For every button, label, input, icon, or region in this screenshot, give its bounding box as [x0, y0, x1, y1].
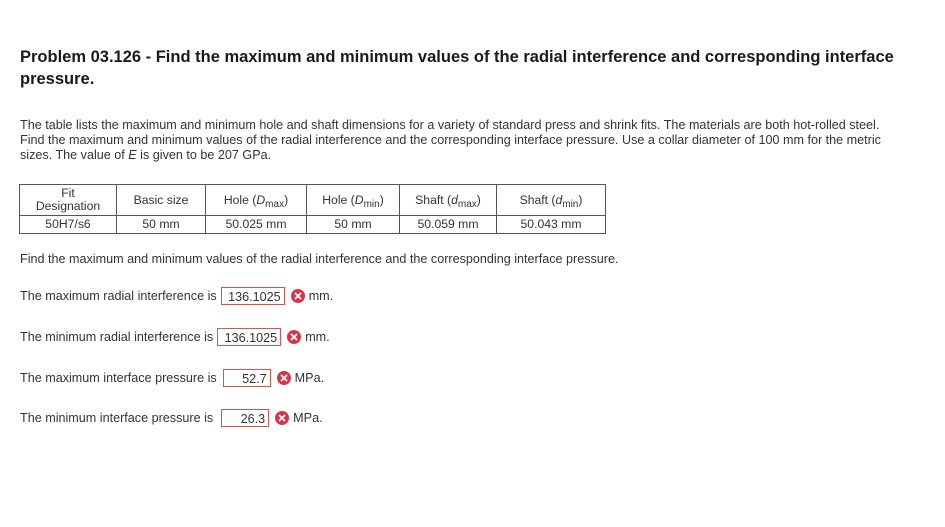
header-hole-min: Hole (Dmin)	[306, 184, 400, 216]
answer-input-min-pressure[interactable]: 26.3	[221, 409, 270, 427]
header-hole-max-prefix: Hole (	[223, 193, 257, 207]
answer-row-min-pressure: The minimum interface pressure is 26.3 M…	[20, 409, 323, 427]
header-shaft-max-var: d	[451, 193, 458, 207]
answer-label-max-interference: The maximum radial interference is	[20, 289, 217, 303]
incorrect-x-icon	[290, 289, 305, 303]
cell-shaft-max: 50.059 mm	[399, 215, 497, 234]
cell-hole-max: 50.025 mm	[205, 215, 307, 234]
problem-title: Problem 03.126 - Find the maximum and mi…	[20, 48, 894, 88]
answer-input-min-interference[interactable]: 136.1025	[217, 328, 282, 346]
header-hole-max: Hole (Dmax)	[205, 184, 307, 216]
header-shaft-min-sub: min	[562, 199, 579, 210]
header-hole-max-var: D	[256, 193, 266, 207]
header-shaft-max: Shaft (dmax)	[399, 184, 497, 216]
answer-label-min-interference: The minimum radial interference is	[20, 330, 214, 344]
incorrect-x-icon	[275, 411, 290, 425]
answer-unit-min-interference: mm.	[305, 330, 330, 344]
table-header-row: Fit Designation Basic size Hole (Dmax) H…	[19, 184, 606, 216]
table-row: 50H7/s6 50 mm 50.025 mm 50 mm 50.059 mm …	[19, 215, 606, 234]
cell-basic-size: 50 mm	[116, 215, 206, 234]
header-shaft-max-prefix: Shaft (	[415, 193, 452, 207]
header-hole-max-suffix: )	[284, 193, 289, 207]
answer-unit-max-pressure: MPa.	[294, 371, 325, 385]
description-text-2: is given to be 207 GPa.	[136, 148, 272, 162]
fits-table: Fit Designation Basic size Hole (Dmax) H…	[19, 184, 606, 234]
answer-row-max-interference: The maximum radial interference is 136.1…	[20, 287, 333, 305]
header-shaft-min-suffix: )	[578, 193, 583, 207]
header-shaft-max-sub: max	[457, 199, 477, 210]
cell-hole-min: 50 mm	[306, 215, 400, 234]
answer-unit-min-pressure: MPa.	[293, 411, 323, 425]
answer-input-max-pressure[interactable]: 52.7	[222, 369, 271, 387]
header-fit-line2: Designation	[35, 199, 101, 213]
answer-unit-max-interference: mm.	[308, 289, 334, 303]
answer-label-min-pressure: The minimum interface pressure is	[20, 411, 214, 425]
answer-row-min-interference: The minimum radial interference is 136.1…	[20, 328, 330, 346]
header-shaft-min: Shaft (dmin)	[496, 184, 606, 216]
header-fit-designation: Fit Designation	[19, 184, 117, 216]
header-shaft-max-suffix: )	[476, 193, 481, 207]
header-hole-min-suffix: )	[379, 193, 384, 207]
header-basic-size: Basic size	[116, 184, 206, 216]
description-variable-e: E	[128, 148, 137, 162]
incorrect-x-icon	[276, 371, 291, 385]
answer-label-max-pressure: The maximum interface pressure is	[20, 371, 217, 385]
header-hole-min-var: D	[354, 193, 364, 207]
answer-row-max-pressure: The maximum interface pressure is 52.7 M…	[20, 369, 324, 387]
problem-description: The table lists the maximum and minimum …	[20, 118, 900, 163]
header-hole-min-sub: min	[363, 199, 380, 210]
incorrect-x-icon	[287, 330, 302, 344]
header-hole-max-sub: max	[265, 199, 285, 210]
question-prompt: Find the maximum and minimum values of t…	[20, 252, 619, 266]
header-shaft-min-prefix: Shaft (	[519, 193, 556, 207]
cell-shaft-min: 50.043 mm	[496, 215, 606, 234]
answer-input-max-interference[interactable]: 136.1025	[220, 287, 285, 305]
cell-fit: 50H7/s6	[19, 215, 117, 234]
header-hole-min-prefix: Hole (	[322, 193, 355, 207]
